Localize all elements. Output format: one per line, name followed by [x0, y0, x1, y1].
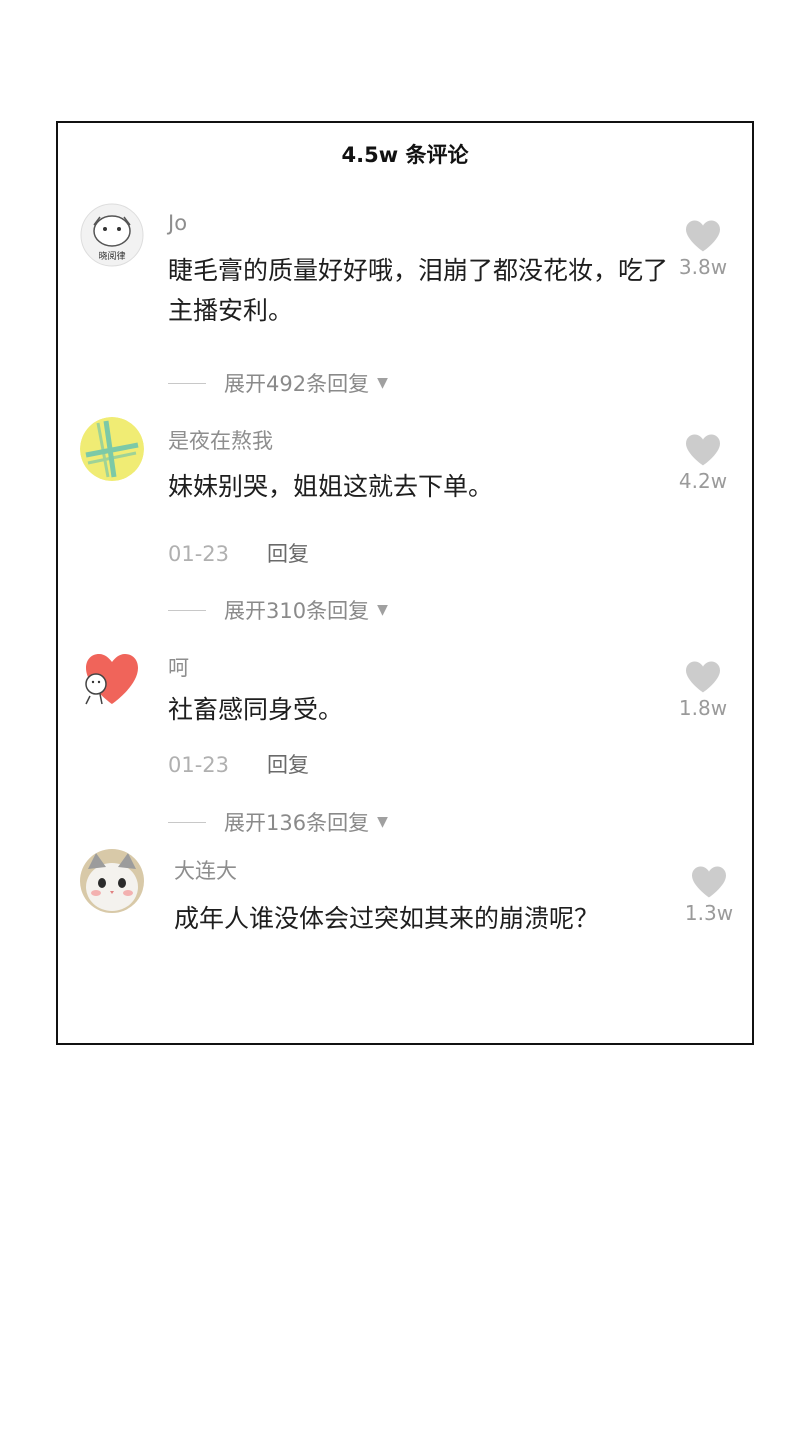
- like-button[interactable]: 1.3w: [674, 865, 744, 925]
- like-button[interactable]: 3.8w: [668, 219, 738, 279]
- expand-replies-label: 展开310条回复: [224, 599, 370, 623]
- like-count: 4.2w: [678, 469, 728, 493]
- comment-text: 睫毛膏的质量好好哦，泪崩了都没花妆，吃了主播安利。: [168, 256, 669, 325]
- like-count: 1.3w: [684, 901, 734, 925]
- caret-down-icon: ▼: [377, 375, 388, 391]
- expand-replies-button[interactable]: 展开310条回复 ▼: [168, 595, 388, 625]
- cat-avatar-icon: [80, 849, 144, 913]
- comment-text: 社畜感同身受。: [168, 695, 344, 724]
- divider-line: [168, 609, 206, 611]
- comments-panel: 4.5w 条评论 晓阅律 Jo 睫毛膏的质量好好哦，泪崩了都没花妆，吃了主播安利…: [56, 121, 754, 1045]
- heart-icon: [692, 866, 726, 898]
- comment-username[interactable]: Jo: [168, 211, 187, 235]
- avatar[interactable]: [80, 849, 144, 913]
- like-count: 1.8w: [678, 696, 728, 720]
- divider-line: [168, 382, 206, 384]
- yellow-cross-avatar-icon: [80, 417, 144, 481]
- reply-button[interactable]: 回复: [267, 753, 309, 777]
- avatar[interactable]: [80, 417, 144, 481]
- comment-count-title: 4.5w 条评论: [341, 143, 469, 167]
- avatar[interactable]: 晓阅律: [80, 203, 144, 267]
- caret-down-icon: ▼: [377, 602, 388, 618]
- comment-text: 妹妹别哭，姐姐这就去下单。: [168, 472, 494, 501]
- comment-username[interactable]: 呵: [168, 652, 189, 682]
- avatar[interactable]: [80, 646, 144, 710]
- cartoon-avatar-icon: 晓阅律: [80, 203, 144, 267]
- heart-icon: [686, 661, 720, 693]
- comment-username[interactable]: 大连大: [174, 855, 237, 885]
- heart-icon: [686, 220, 720, 252]
- expand-replies-label: 展开136条回复: [224, 811, 370, 835]
- expand-replies-label: 展开492条回复: [224, 372, 370, 396]
- comment-date: 01-23: [168, 753, 230, 777]
- like-button[interactable]: 1.8w: [668, 660, 738, 720]
- expand-replies-button[interactable]: 展开492条回复 ▼: [168, 368, 388, 398]
- heart-icon: [686, 434, 720, 466]
- divider-line: [168, 821, 206, 823]
- comment-text: 成年人谁没体会过突如其来的崩溃呢？: [174, 904, 600, 933]
- caret-down-icon: ▼: [377, 814, 388, 830]
- reply-button[interactable]: 回复: [267, 542, 309, 566]
- like-button[interactable]: 4.2w: [668, 433, 738, 493]
- comment-date: 01-23: [168, 542, 230, 566]
- comment-meta: 01-23 回复: [168, 538, 309, 568]
- avatar-caption: 晓阅律: [98, 250, 125, 262]
- comment-meta: 01-23 回复: [168, 749, 309, 779]
- comment-username[interactable]: 是夜在熬我: [168, 425, 273, 455]
- like-count: 3.8w: [678, 255, 728, 279]
- heart-hug-avatar-icon: [85, 654, 138, 705]
- expand-replies-button[interactable]: 展开136条回复 ▼: [168, 807, 388, 837]
